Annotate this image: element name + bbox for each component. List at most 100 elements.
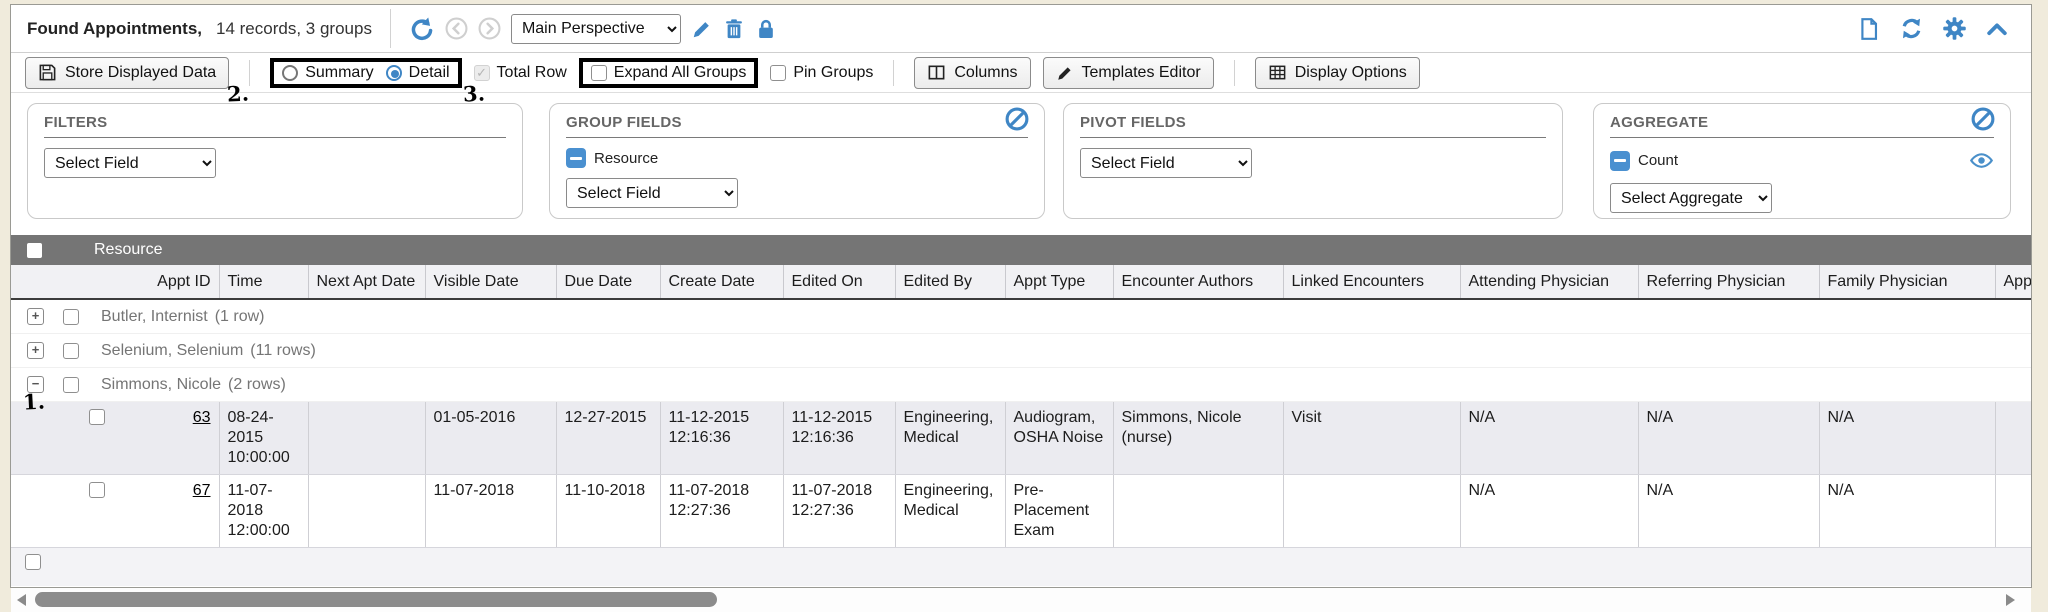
top-bar: Found Appointments, 14 records, 3 groups…	[11, 5, 2031, 53]
remove-group-field-icon[interactable]	[566, 148, 586, 168]
checkbox-checked-icon: ✓	[474, 65, 490, 81]
column-header-appt-id[interactable]: Appt ID	[125, 265, 219, 299]
cell-linked-encounters	[1283, 475, 1460, 548]
collapse-minus-icon[interactable]: −	[27, 376, 44, 393]
group-checkbox[interactable]	[63, 343, 79, 359]
group-label[interactable]: Simmons, Nicole	[101, 375, 221, 395]
cell-edited-by: Engineering, Medical	[895, 475, 1005, 548]
delete-perspective-icon[interactable]	[723, 18, 745, 40]
pivot-fields-title: PIVOT FIELDS	[1080, 114, 1546, 138]
divider	[249, 60, 250, 86]
column-header-referring-physician[interactable]: Referring Physician	[1638, 265, 1819, 299]
expander-column-header	[11, 265, 69, 299]
aggregate-panel: AGGREGATE Count	[1593, 103, 2011, 219]
history-back-icon[interactable]	[445, 17, 468, 40]
refresh-icon[interactable]	[1899, 16, 1924, 41]
cell-due-date: 11-10-2018	[556, 475, 660, 548]
column-header-attending-physician[interactable]: Attending Physician	[1460, 265, 1638, 299]
expand-all-groups-callout: Expand All Groups	[579, 58, 759, 88]
columns-button[interactable]: Columns	[914, 57, 1030, 89]
column-header-edited-by[interactable]: Edited By	[895, 265, 1005, 299]
appt-id-link[interactable]: 67	[193, 482, 211, 499]
column-header-due-date[interactable]: Due Date	[556, 265, 660, 299]
aggregate-select[interactable]: Select Aggregate	[1610, 183, 1772, 213]
appt-id-link[interactable]: 63	[193, 409, 211, 426]
footer-checkbox[interactable]	[25, 554, 41, 570]
column-header-row: Appt ID Time Next Apt Date Visible Date …	[11, 265, 2031, 299]
perspective-select[interactable]: Main Perspective	[511, 14, 681, 44]
remove-aggregate-icon[interactable]	[1610, 151, 1630, 171]
gear-icon[interactable]	[1942, 16, 1967, 41]
column-header-appt-reason[interactable]: Appt Re	[1995, 265, 2031, 299]
group-count: (11 rows)	[250, 341, 316, 361]
scroll-left-arrow-icon[interactable]	[17, 594, 26, 606]
group-field-chip-label: Resource	[594, 150, 658, 167]
column-header-visible-date[interactable]: Visible Date	[425, 265, 556, 299]
edit-perspective-icon[interactable]	[691, 18, 713, 40]
group-label[interactable]: Selenium, Selenium	[101, 341, 243, 361]
display-options-button[interactable]: Display Options	[1255, 57, 1420, 89]
query-builder-panels: FILTERS Select Field GROUP FIELDS Resour…	[11, 93, 2031, 219]
collapse-up-icon[interactable]	[1985, 17, 2009, 41]
history-forward-icon[interactable]	[478, 17, 501, 40]
column-header-appt-type[interactable]: Appt Type	[1005, 265, 1113, 299]
record-summary: 14 records, 3 groups	[216, 19, 372, 39]
summary-radio[interactable]: Summary	[282, 64, 373, 82]
group-label[interactable]: Butler, Internist	[101, 307, 208, 327]
pin-groups-checkbox[interactable]: Pin Groups	[770, 64, 873, 82]
table-row: 63 08-24-2015 10:00:00 01-05-2016 12-27-…	[11, 402, 2031, 475]
store-displayed-data-button[interactable]: Store Displayed Data	[25, 57, 229, 89]
cell-edited-by: Engineering, Medical	[895, 402, 1005, 475]
expand-plus-icon[interactable]: +	[27, 342, 44, 359]
expand-all-groups-checkbox[interactable]: Expand All Groups	[591, 64, 747, 82]
new-file-icon[interactable]	[1857, 17, 1881, 41]
circle-slash-icon[interactable]	[1966, 106, 1996, 132]
pivot-fields-field-select[interactable]: Select Field	[1080, 148, 1252, 178]
group-row-simmons: − Simmons, Nicole (2 rows)	[11, 368, 2031, 402]
grid-viewport: Appt ID Time Next Apt Date Visible Date …	[11, 265, 2031, 586]
detail-radio[interactable]: Detail	[386, 64, 450, 82]
group-header-label: Resource	[94, 241, 162, 259]
aggregate-chip-label: Count	[1638, 152, 1678, 169]
cell-time: 08-24-2015 10:00:00	[219, 402, 308, 475]
expand-plus-icon[interactable]: +	[27, 308, 44, 325]
radio-unchecked-icon	[282, 65, 298, 81]
scrollbar-thumb[interactable]	[35, 592, 717, 607]
lock-icon[interactable]	[755, 18, 777, 40]
column-header-family-physician[interactable]: Family Physician	[1819, 265, 1995, 299]
cell-due-date: 12-27-2015	[556, 402, 660, 475]
cell-appt-reason	[1995, 402, 2031, 475]
checkbox-unchecked-icon	[591, 65, 607, 81]
divider	[1234, 60, 1235, 86]
group-header-bar: Resource	[11, 235, 2031, 265]
group-checkbox[interactable]	[63, 309, 79, 325]
filters-field-select[interactable]: Select Field	[44, 148, 216, 178]
divider	[893, 60, 894, 86]
cell-appt-type: Pre-Placement Exam	[1005, 475, 1113, 548]
circle-slash-icon[interactable]	[1000, 106, 1030, 132]
cell-attending-physician: N/A	[1460, 402, 1638, 475]
column-header-linked-encounters[interactable]: Linked Encounters	[1283, 265, 1460, 299]
cell-edited-on: 11-07-2018 12:27:36	[783, 475, 895, 548]
undo-icon[interactable]	[409, 16, 435, 42]
templates-editor-button[interactable]: Templates Editor	[1043, 57, 1214, 89]
select-all-checkbox[interactable]	[27, 243, 42, 258]
cell-appt-type: Audiogram, OSHA Noise	[1005, 402, 1113, 475]
pencil-icon	[1056, 64, 1074, 82]
summary-label: Summary	[305, 64, 373, 82]
total-row-checkbox[interactable]: ✓ Total Row	[474, 64, 567, 82]
row-checkbox[interactable]	[89, 482, 105, 498]
columns-icon	[927, 63, 946, 82]
column-header-time[interactable]: Time	[219, 265, 308, 299]
column-header-next-apt-date[interactable]: Next Apt Date	[308, 265, 425, 299]
column-header-encounter-authors[interactable]: Encounter Authors	[1113, 265, 1283, 299]
toolbar: Store Displayed Data Summary Detail ✓ To…	[11, 53, 2031, 93]
row-checkbox[interactable]	[89, 409, 105, 425]
group-fields-field-select[interactable]: Select Field	[566, 178, 738, 208]
scroll-right-arrow-icon[interactable]	[2006, 594, 2015, 606]
column-header-edited-on[interactable]: Edited On	[783, 265, 895, 299]
detail-label: Detail	[409, 64, 450, 82]
group-checkbox[interactable]	[63, 377, 79, 393]
column-header-create-date[interactable]: Create Date	[660, 265, 783, 299]
eye-icon[interactable]	[1969, 148, 1994, 173]
